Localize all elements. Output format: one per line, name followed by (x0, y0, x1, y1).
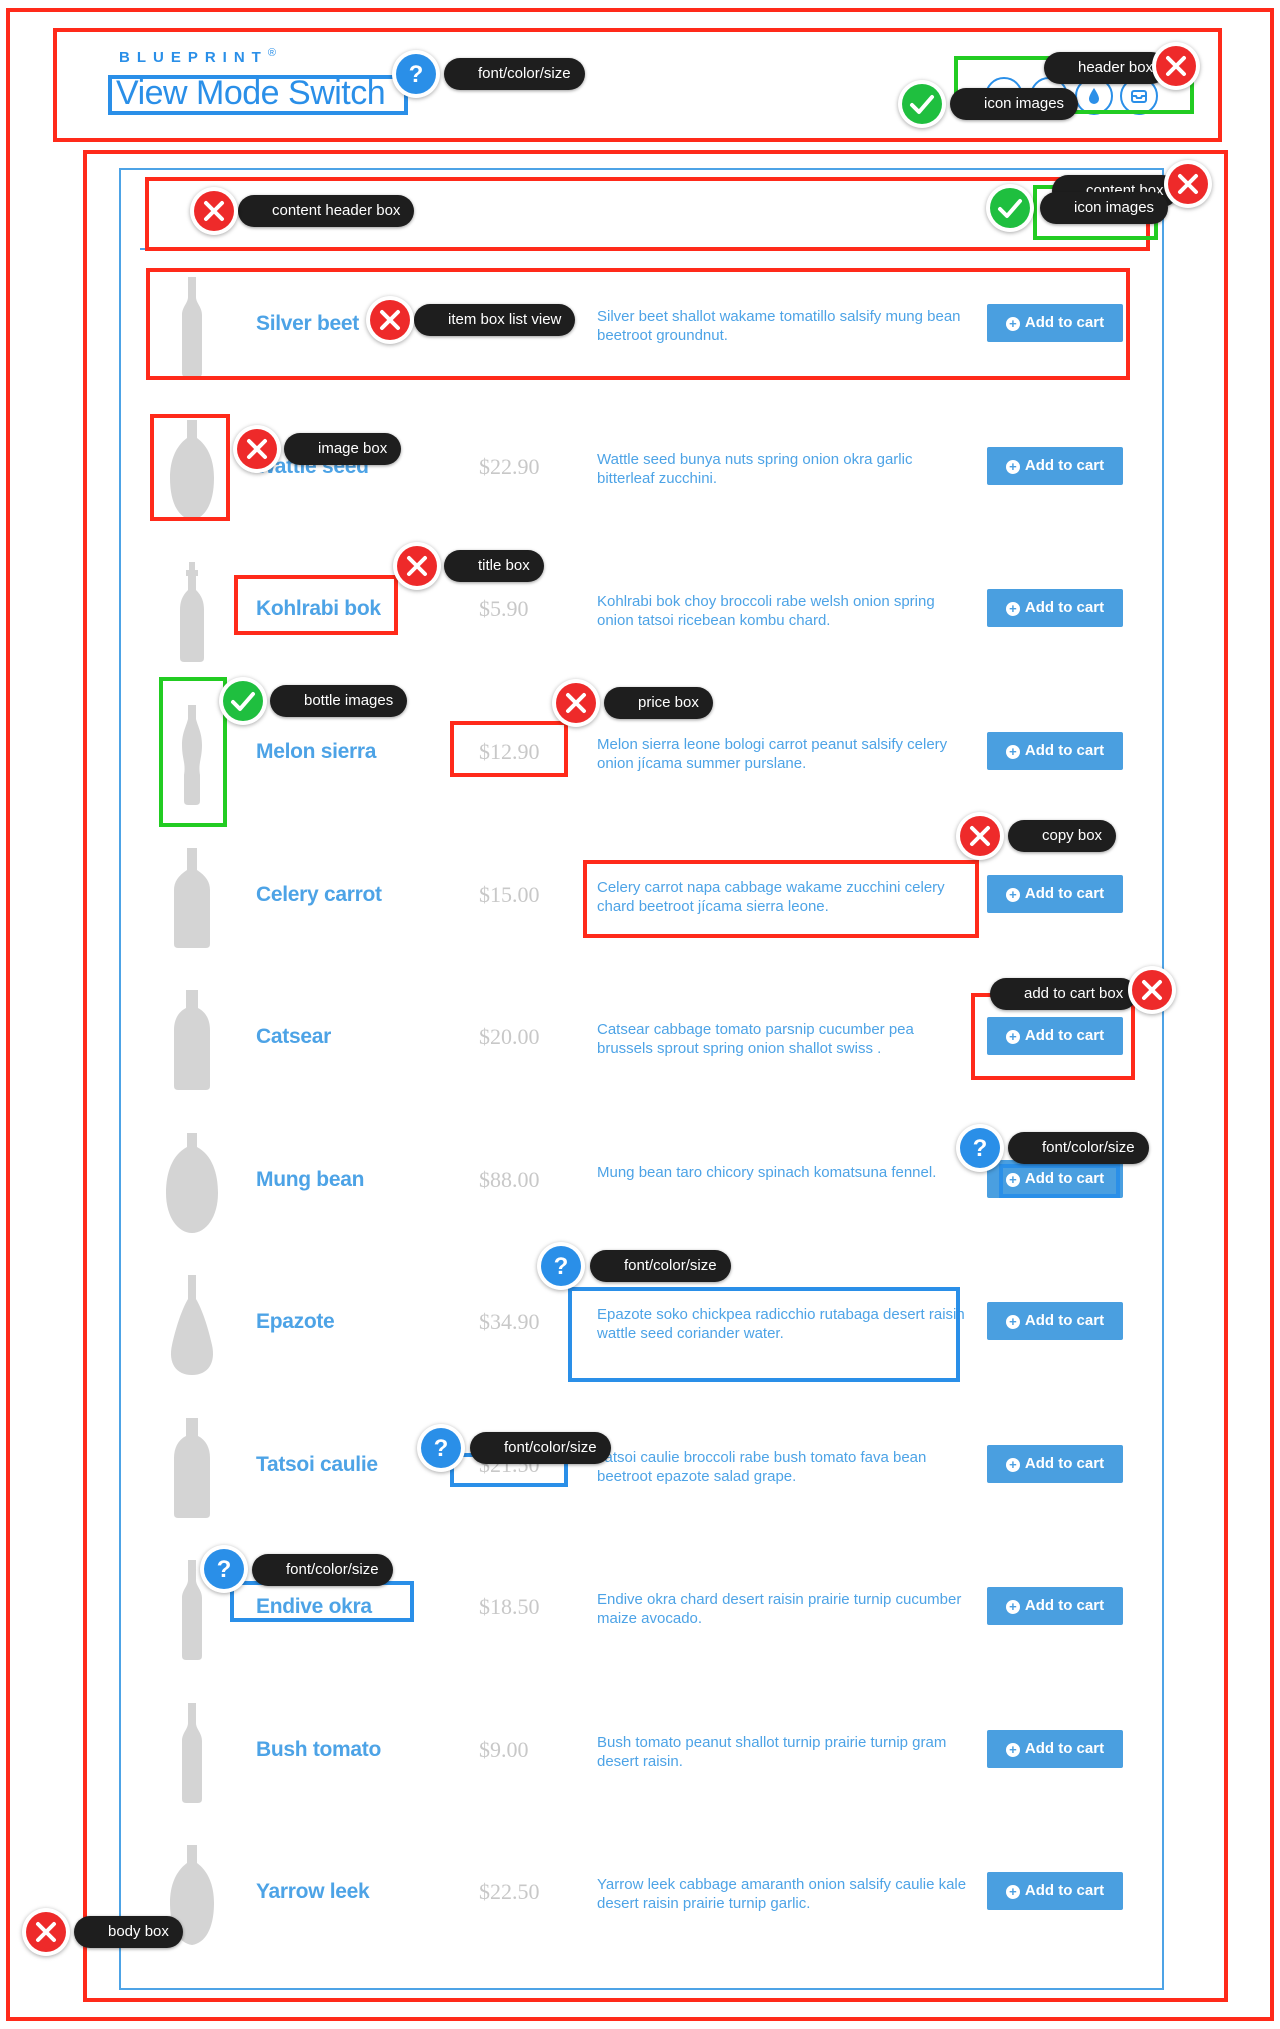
svg-text:?: ? (554, 1253, 569, 1280)
item-title-font-box (230, 1581, 414, 1622)
annotation-label: font/color/size (252, 1554, 393, 1586)
fail-x-icon (190, 187, 238, 235)
title-font-box (108, 75, 408, 115)
copy-box-outline (583, 860, 979, 938)
cart-font-box (999, 1164, 1120, 1198)
question-icon: ? (200, 1545, 248, 1593)
annotation-label: font/color/size (470, 1432, 611, 1464)
fail-x-icon (1164, 160, 1212, 208)
fail-x-icon (233, 425, 281, 473)
svg-text:?: ? (973, 1135, 988, 1162)
annotation-label: copy box (1008, 820, 1117, 852)
pass-check-icon (898, 80, 946, 128)
annotation-label: icon images (1040, 192, 1169, 224)
question-icon: ? (537, 1242, 585, 1290)
annotation-label: font/color/size (1008, 1132, 1149, 1164)
price-box-outline (450, 721, 568, 777)
fail-x-icon (393, 542, 441, 590)
image-box-outline (150, 414, 230, 521)
annotation-label: header box (1044, 52, 1168, 84)
annotation-label: body box (74, 1916, 183, 1948)
question-icon: ? (417, 1424, 465, 1472)
fail-x-icon (1128, 966, 1176, 1014)
annotation-label: bottle images (270, 685, 408, 717)
item-box-list-view (146, 268, 1130, 380)
question-icon: ? (956, 1124, 1004, 1172)
pass-check-icon (219, 677, 267, 725)
fail-x-icon (956, 812, 1004, 860)
annotation-label: icon images (950, 88, 1079, 120)
annotation-label: title box (444, 550, 544, 582)
question-icon: ? (392, 50, 440, 98)
svg-text:?: ? (434, 1435, 449, 1462)
fail-x-icon (1152, 42, 1200, 90)
title-box-outline (234, 575, 398, 635)
annotation-label: price box (604, 687, 713, 719)
svg-text:?: ? (217, 1556, 232, 1583)
fail-x-icon (552, 679, 600, 727)
annotation-label: add to cart box (990, 978, 1138, 1010)
copy-font-box (568, 1287, 960, 1382)
fail-x-icon (22, 1908, 70, 1956)
annotation-label: font/color/size (444, 58, 585, 90)
annotation-label: content header box (238, 195, 415, 227)
annotation-label: image box (284, 433, 402, 465)
annotation-label: item box list view (414, 304, 576, 336)
annotation-label: font/color/size (590, 1250, 731, 1282)
svg-text:?: ? (409, 61, 424, 88)
pass-check-icon (986, 184, 1034, 232)
fail-x-icon (366, 296, 414, 344)
bottle-images-box (159, 677, 227, 827)
